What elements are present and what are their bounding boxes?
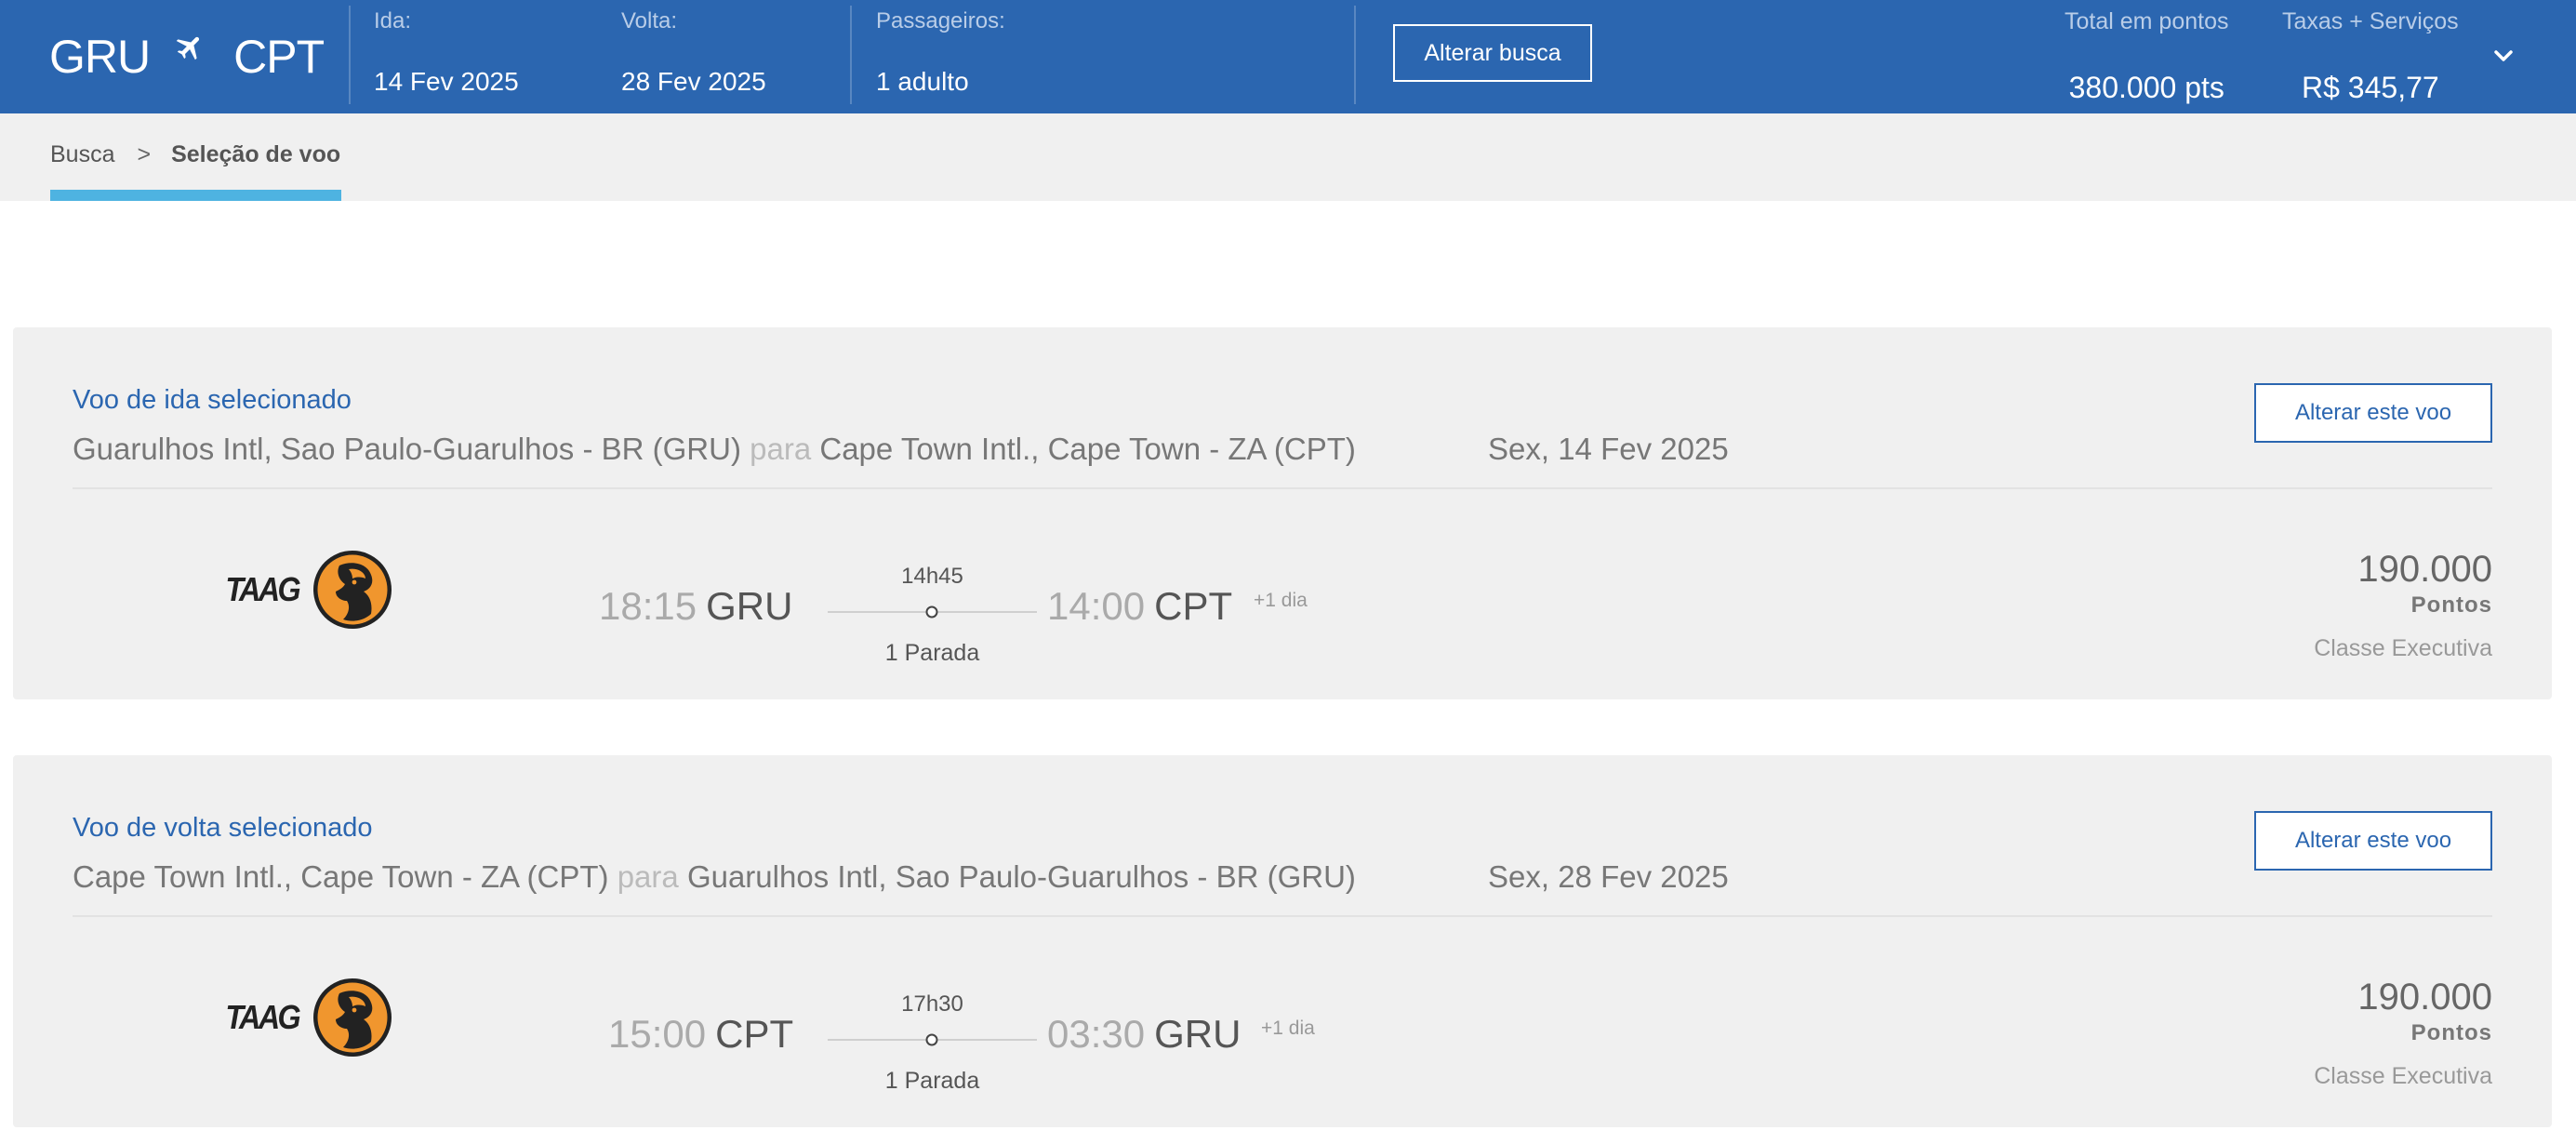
route-description: Guarulhos Intl, Sao Paulo-Guarulhos - BR…	[73, 432, 1356, 467]
departure-info: 15:00 CPT	[608, 1012, 793, 1057]
flight-price: 190.000 Pontos Classe Executiva	[2314, 549, 2492, 662]
divider	[73, 487, 2492, 489]
departure-date-field: Ida: 14 Fev 2025	[374, 7, 519, 97]
taxes-services: Taxas + Serviços R$ 345,77	[2282, 7, 2459, 105]
route-to: Guarulhos Intl, Sao Paulo-Guarulhos - BR…	[686, 859, 1356, 894]
points-unit: Pontos	[2410, 1020, 2492, 1045]
departure-date-label: Ida:	[374, 8, 412, 33]
flight-duration: 17h30	[901, 991, 963, 1017]
flight-date: Sex, 14 Fev 2025	[1488, 432, 1729, 466]
change-flight-button[interactable]: Alterar este voo	[2254, 811, 2492, 871]
chevron-down-icon[interactable]	[2489, 41, 2518, 71]
total-points-value: 380.000 pts	[2068, 71, 2224, 104]
divider	[1354, 6, 1356, 104]
arrival-airport: CPT	[1154, 584, 1233, 628]
divider	[850, 6, 852, 104]
cabin-class: Classe Executiva	[2314, 1063, 2492, 1089]
flight-date: Sex, 28 Fev 2025	[1488, 859, 1729, 894]
breadcrumb-search-link[interactable]: Busca	[50, 141, 114, 167]
return-date-label: Volta:	[621, 8, 678, 33]
cabin-class: Classe Executiva	[2314, 635, 2492, 661]
departure-airport: GRU	[706, 584, 793, 628]
route-from: Cape Town Intl., Cape Town - ZA (CPT)	[73, 859, 609, 894]
search-summary-bar: GRU CPT Ida: 14 Fev 2025 Volta: 28 Fev 2…	[0, 0, 2576, 113]
plus-day-badge: +1 dia	[1261, 1018, 1315, 1039]
breadcrumb-separator: >	[137, 141, 152, 167]
breadcrumb-bar: Busca > Seleção de voo	[0, 113, 2576, 201]
airplane-icon	[176, 36, 200, 60]
airline-logo: TAAG	[221, 977, 393, 1058]
stop-indicator	[828, 605, 1037, 619]
arrival-info: 03:30 GRU	[1047, 1012, 1241, 1057]
flight-price: 190.000 Pontos Classe Executiva	[2314, 977, 2492, 1090]
points-unit: Pontos	[2410, 592, 2492, 618]
airline-logo-text: TAAG	[225, 570, 300, 608]
route-para: para	[617, 859, 679, 894]
total-points-label: Total em pontos	[2065, 8, 2229, 34]
taag-palanca-logo-icon	[313, 978, 392, 1057]
points-value: 190.000	[2357, 977, 2492, 1018]
return-date-field: Volta: 28 Fev 2025	[621, 7, 766, 97]
departure-time: 18:15	[599, 584, 697, 628]
passengers-field: Passageiros: 1 adulto	[876, 7, 1005, 97]
departure-info: 18:15 GRU	[599, 584, 792, 629]
card-title: Voo de ida selecionado	[73, 385, 352, 415]
return-date-value: 28 Fev 2025	[621, 67, 766, 96]
change-flight-button[interactable]: Alterar este voo	[2254, 383, 2492, 443]
flight-stops: 1 Parada	[884, 640, 980, 666]
total-points: Total em pontos 380.000 pts	[2065, 7, 2229, 105]
passengers-label: Passageiros:	[876, 8, 1005, 33]
origin-code: GRU	[49, 31, 151, 83]
route-from: Guarulhos Intl, Sao Paulo-Guarulhos - BR…	[73, 432, 741, 466]
arrival-time: 14:00	[1047, 584, 1146, 628]
stop-indicator	[828, 1033, 1037, 1046]
route-para: para	[750, 432, 812, 466]
arrival-airport: GRU	[1154, 1012, 1242, 1056]
plus-day-badge: +1 dia	[1254, 590, 1308, 611]
route-to: Cape Town Intl., Cape Town - ZA (CPT)	[819, 432, 1356, 466]
breadcrumb: Busca > Seleção de voo	[50, 141, 340, 168]
card-title: Voo de volta selecionado	[73, 813, 373, 843]
divider	[73, 915, 2492, 917]
flight-stops: 1 Parada	[884, 1068, 980, 1094]
points-value: 190.000	[2357, 549, 2492, 590]
breadcrumb-current: Seleção de voo	[171, 141, 341, 167]
outbound-flight-card: Voo de ida selecionado Guarulhos Intl, S…	[13, 327, 2552, 699]
flight-duration: 14h45	[901, 564, 963, 589]
departure-airport: CPT	[715, 1012, 794, 1056]
arrival-info: 14:00 CPT	[1047, 584, 1232, 629]
route-description: Cape Town Intl., Cape Town - ZA (CPT) pa…	[73, 859, 1356, 895]
departure-date-value: 14 Fev 2025	[374, 67, 519, 96]
taag-palanca-logo-icon	[313, 551, 392, 629]
airline-logo: TAAG	[221, 549, 393, 631]
arrival-time: 03:30	[1047, 1012, 1146, 1056]
destination-code: CPT	[233, 31, 325, 83]
departure-time: 15:00	[608, 1012, 707, 1056]
change-search-button[interactable]: Alterar busca	[1393, 24, 1592, 82]
passengers-value: 1 adulto	[876, 67, 969, 96]
taxes-value: R$ 345,77	[2302, 71, 2439, 104]
airline-logo-text: TAAG	[225, 998, 300, 1036]
divider	[349, 6, 351, 104]
return-flight-card: Voo de volta selecionado Cape Town Intl.…	[13, 755, 2552, 1127]
route-summary: GRU CPT	[49, 26, 325, 87]
taxes-label: Taxas + Serviços	[2282, 8, 2459, 34]
active-step-indicator	[50, 190, 341, 201]
